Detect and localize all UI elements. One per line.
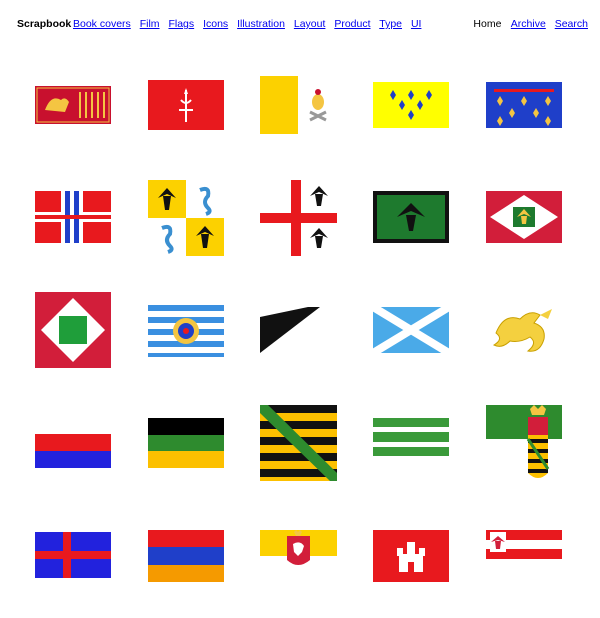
green-white-stripes-flag[interactable] (373, 418, 449, 456)
crowned-shield-flag[interactable] (486, 405, 562, 495)
armenia-flag[interactable] (148, 530, 224, 582)
red-cross-eagles-flag[interactable] (260, 180, 337, 256)
flag-grid (0, 0, 600, 618)
blue-white-stripes-arms-flag[interactable] (148, 305, 224, 357)
saxony-crancelin-flag[interactable] (260, 405, 337, 481)
trieste-flag[interactable] (148, 80, 224, 130)
eagle-serpent-quartered-flag[interactable] (148, 180, 224, 256)
golden-dragon-flag[interactable] (486, 303, 562, 359)
eagle-red-white-flag[interactable] (486, 530, 562, 568)
red-blue-cross-flag[interactable] (35, 191, 111, 243)
red-blue-flag[interactable] (35, 434, 111, 468)
fleur-de-lis-blue-flag[interactable] (486, 82, 562, 128)
eagle-rhombus-flag[interactable] (486, 191, 562, 243)
vatican-flag[interactable] (260, 76, 337, 134)
green-eagle-flag[interactable] (373, 191, 449, 243)
venice-flag[interactable] (35, 86, 111, 124)
black-white-diagonal-flag[interactable] (260, 307, 320, 353)
scotland-saltire-flag[interactable] (373, 307, 449, 353)
green-square-rhombus-flag[interactable] (35, 292, 111, 368)
black-green-yellow-flag[interactable] (148, 418, 224, 468)
hamburg-castle-flag[interactable] (373, 530, 449, 582)
oldenburg-cross-flag[interactable] (35, 532, 111, 578)
fleur-de-lis-yellow-flag[interactable] (373, 82, 449, 128)
white-horse-flag[interactable] (260, 530, 337, 582)
